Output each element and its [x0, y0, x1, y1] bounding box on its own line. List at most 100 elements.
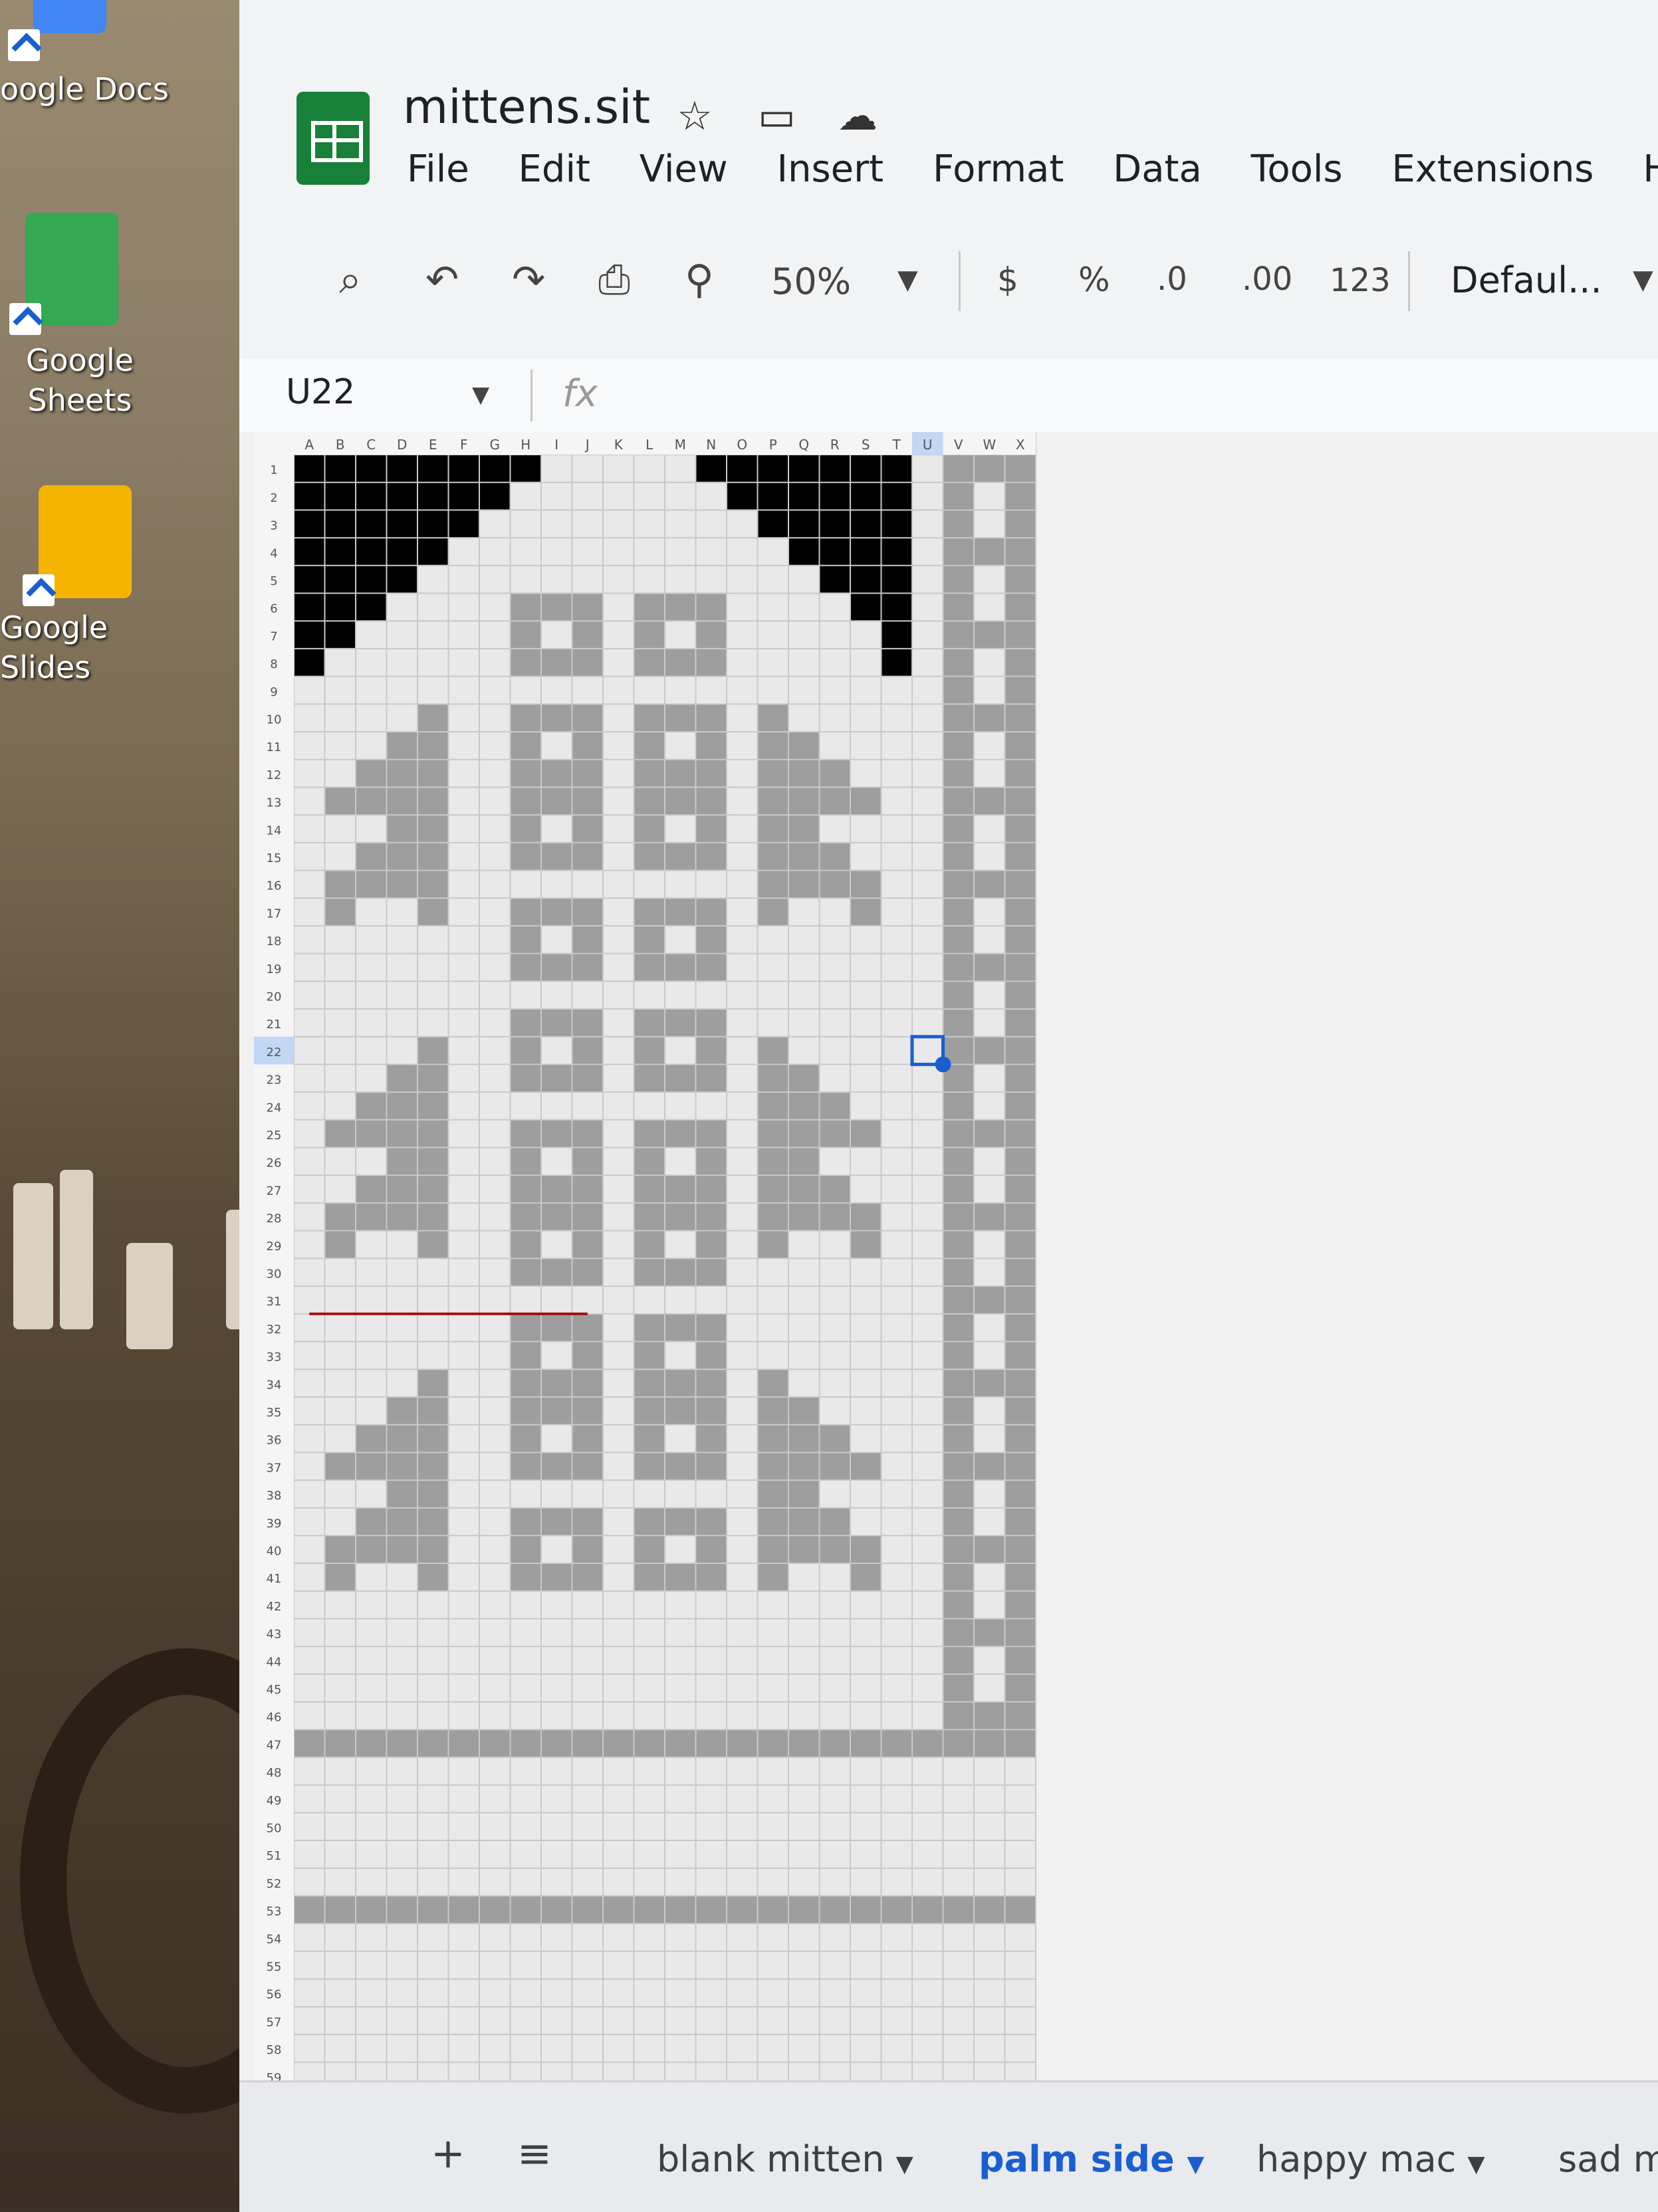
google-sheets-shortcut[interactable]: Google Sheets	[0, 213, 160, 425]
pattern-cell	[479, 1896, 511, 1924]
pattern-cell	[541, 1258, 572, 1286]
column-header: P	[769, 437, 777, 453]
paint-format-icon[interactable]: ⚲	[685, 257, 714, 303]
pattern-cell	[665, 1563, 696, 1591]
pattern-cell	[386, 565, 417, 594]
search-icon[interactable]: ⌕	[339, 257, 362, 303]
chevron-down-icon[interactable]: ▼	[1468, 2151, 1485, 2177]
column-header: L	[646, 437, 653, 453]
pattern-cell	[943, 732, 974, 760]
menu-data[interactable]: Data	[1113, 148, 1202, 191]
pattern-cell	[572, 1563, 603, 1591]
font-select[interactable]: Defaul...	[1451, 259, 1602, 301]
pattern-cell	[695, 648, 727, 677]
pattern-cell	[974, 621, 1005, 649]
more-formats-button[interactable]: 123	[1330, 262, 1391, 299]
row-header: 24	[267, 1101, 282, 1115]
name-box[interactable]: U22	[286, 372, 355, 412]
row-header: 19	[267, 962, 282, 976]
cloud-status-icon[interactable]: ☁	[838, 93, 878, 140]
google-slides-shortcut[interactable]: Google Slides	[0, 485, 186, 685]
add-sheet-button[interactable]: +	[431, 2129, 465, 2177]
all-sheets-button[interactable]: ≡	[517, 2129, 552, 2177]
tab-blank-mitten[interactable]: blank mitten ▼	[657, 2138, 913, 2180]
row-header: 53	[267, 1905, 282, 1919]
spreadsheet-grid-area[interactable]: A B C D E F G H I J K L M N O P Q R S T U V W X 1 2 3 4 5 6 7 8 9 10 11 12 1…	[239, 432, 1658, 2080]
menu-file[interactable]: File	[407, 148, 469, 191]
move-folder-icon[interactable]: ▭	[758, 93, 796, 140]
pattern-cell	[1005, 1480, 1036, 1508]
menu-help[interactable]: Help	[1643, 148, 1658, 191]
decrease-decimal-button[interactable]: .0	[1157, 261, 1187, 298]
pattern-cell	[541, 1396, 572, 1425]
chevron-down-icon[interactable]: ▼	[897, 265, 918, 295]
column-header: O	[737, 437, 747, 453]
pattern-cell	[634, 1563, 665, 1591]
menu-edit[interactable]: Edit	[519, 148, 590, 191]
increase-decimal-button[interactable]: .00	[1242, 261, 1292, 298]
pattern-cell	[1005, 1258, 1036, 1286]
currency-format-button[interactable]: $	[997, 261, 1018, 299]
pattern-cell	[479, 1729, 511, 1757]
pattern-cell	[417, 1369, 449, 1397]
pattern-cell	[1005, 1230, 1036, 1259]
pattern-cell	[943, 538, 974, 566]
google-docs-shortcut[interactable]: oogle Docs	[0, 0, 173, 120]
percent-format-button[interactable]: %	[1078, 261, 1110, 299]
star-icon[interactable]: ☆	[677, 93, 713, 140]
menu-format[interactable]: Format	[933, 148, 1064, 191]
pattern-cell	[788, 759, 820, 788]
pattern-cell	[695, 1452, 727, 1480]
pattern-cell	[634, 732, 665, 760]
pattern-cell	[819, 482, 850, 510]
pattern-cell	[943, 1286, 974, 1314]
pattern-cell	[881, 621, 912, 649]
row-header: 28	[267, 1212, 282, 1226]
pattern-cell	[417, 1507, 449, 1536]
pattern-cell	[788, 1175, 820, 1203]
tab-happy-mac[interactable]: happy mac ▼	[1256, 2138, 1485, 2180]
menu-view[interactable]: View	[640, 148, 728, 191]
redo-icon[interactable]: ↷	[512, 257, 545, 303]
pattern-cell	[541, 1009, 572, 1037]
pattern-cell	[757, 1230, 788, 1259]
shortcut-arrow-icon	[23, 574, 55, 606]
pattern-cell	[448, 1729, 479, 1757]
pattern-cell	[510, 1535, 541, 1563]
pattern-cell	[634, 787, 665, 816]
row-header: 2	[270, 491, 277, 505]
row-header: 33	[267, 1351, 282, 1365]
pattern-cell	[757, 1369, 788, 1397]
pattern-cell	[510, 1230, 541, 1259]
toolbar-separator	[1408, 251, 1410, 311]
zoom-select[interactable]: 50%	[771, 261, 851, 302]
mitten-chart-grid[interactable]: A B C D E F G H I J K L M N O P Q R S T U V W X1234567891011121…	[254, 432, 1344, 2080]
pattern-cell	[788, 1396, 820, 1425]
pattern-cell	[788, 1119, 820, 1148]
row-header: 49	[267, 1794, 282, 1808]
pattern-cell	[819, 1729, 850, 1757]
chevron-down-icon[interactable]: ▼	[1633, 265, 1653, 295]
pattern-cell	[294, 593, 325, 621]
pattern-cell	[448, 455, 479, 483]
chevron-down-icon[interactable]: ▼	[896, 2151, 913, 2177]
sheets-logo-icon[interactable]	[296, 92, 370, 185]
pattern-cell	[943, 1729, 974, 1757]
chevron-down-icon[interactable]: ▼	[1187, 2151, 1204, 2177]
document-title[interactable]: mittens.sit	[403, 80, 650, 134]
menu-tools[interactable]: Tools	[1251, 148, 1343, 191]
menu-extensions[interactable]: Extensions	[1391, 148, 1594, 191]
undo-icon[interactable]: ↶	[425, 257, 459, 303]
pattern-cell	[665, 1452, 696, 1480]
pattern-cell	[943, 1313, 974, 1342]
menu-insert[interactable]: Insert	[777, 148, 884, 191]
print-icon[interactable]: ⎙	[598, 257, 630, 303]
row-header: 41	[267, 1572, 282, 1586]
pattern-cell	[695, 1424, 727, 1453]
fill-handle[interactable]	[935, 1056, 951, 1073]
tab-sad-mac[interactable]: sad m	[1558, 2138, 1658, 2180]
tab-palm-side[interactable]: palm side ▼	[979, 2138, 1205, 2180]
pattern-cell	[1005, 1563, 1036, 1591]
chevron-down-icon[interactable]: ▼	[472, 382, 489, 408]
ruin-pillar	[126, 1243, 173, 1349]
